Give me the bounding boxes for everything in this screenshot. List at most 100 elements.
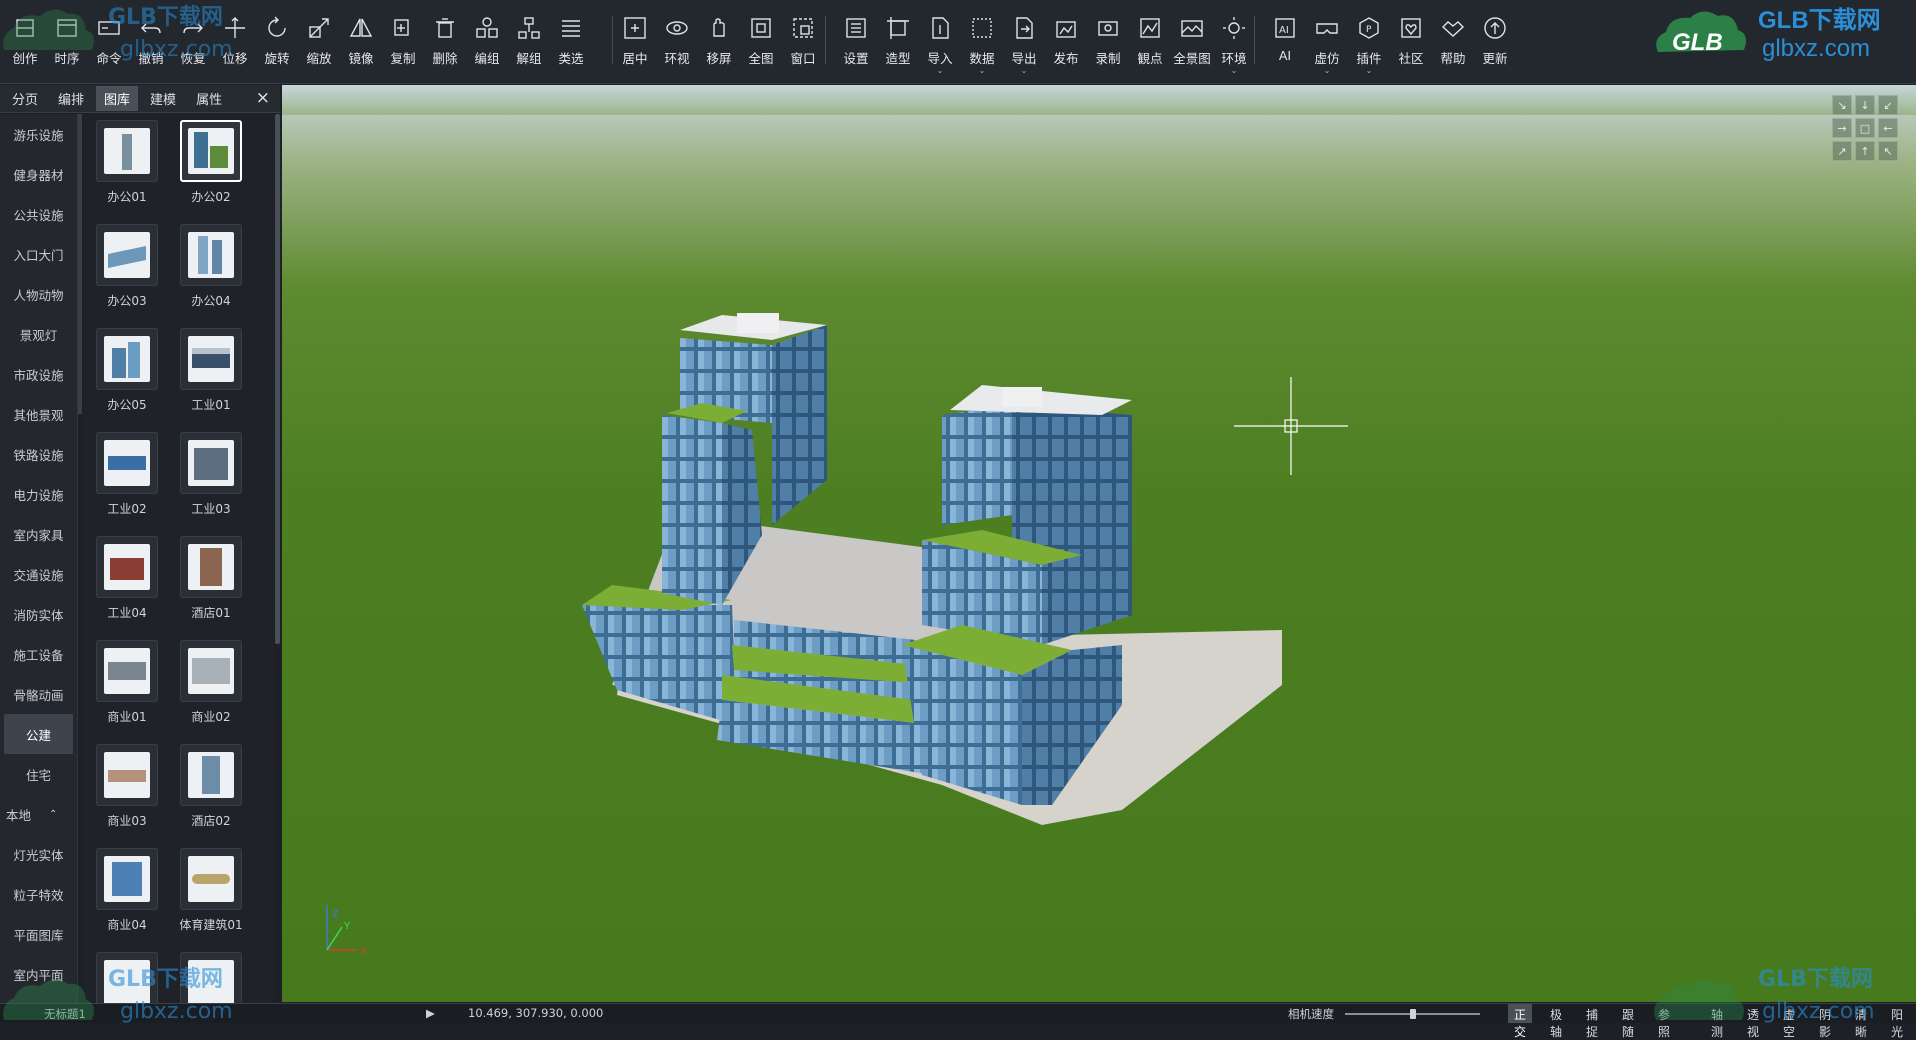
toolbar-button-ungroup[interactable]: 解组 — [508, 0, 550, 84]
gallery-item[interactable] — [84, 948, 164, 1004]
toolbar-button-redo[interactable]: 恢复 — [172, 0, 214, 84]
toolbar-button-center[interactable]: 居中 — [614, 0, 656, 84]
toolbar-button-select-similar[interactable]: 类选 — [550, 0, 592, 84]
status-toggle[interactable]: 正交 — [1508, 1004, 1533, 1039]
toolbar-button-settings[interactable]: 设置 — [835, 0, 877, 84]
view-direction-button[interactable]: ↗ — [1832, 141, 1852, 161]
category-item[interactable]: 灯光实体 — [0, 834, 77, 874]
view-direction-button[interactable]: ↙ — [1878, 95, 1898, 115]
play-icon[interactable]: ▶ — [426, 1006, 435, 1020]
toolbar-button-publish[interactable]: 发布 — [1045, 0, 1087, 84]
toolbar-button-zoom-extents[interactable]: 全图 — [740, 0, 782, 84]
category-item[interactable]: 施工设备 — [0, 634, 77, 674]
toolbar-button-export[interactable]: 导出 ⌄ — [1003, 0, 1045, 84]
gallery-item[interactable] — [168, 948, 248, 1004]
view-direction-button[interactable]: □ — [1855, 118, 1875, 138]
category-item[interactable]: 市政设施 — [0, 354, 77, 394]
toolbar-button-group[interactable]: 编组 — [466, 0, 508, 84]
category-item[interactable]: 公建 — [4, 714, 73, 754]
toolbar-button-import[interactable]: 导入 ⌄ — [919, 0, 961, 84]
category-item[interactable]: 消防实体 — [0, 594, 77, 634]
gallery-item[interactable]: 办公02 — [168, 116, 248, 216]
gallery-item[interactable]: 商业03 — [84, 740, 164, 840]
toolbar-button-panorama[interactable]: 全景图 — [1171, 0, 1213, 84]
toolbar-button-zoom-window[interactable]: 窗口 — [782, 0, 824, 84]
gallery-item[interactable]: 办公01 — [84, 116, 164, 216]
camera-speed-thumb[interactable] — [1409, 1009, 1416, 1019]
view-direction-button[interactable]: ↑ — [1855, 141, 1875, 161]
category-item[interactable]: 景观灯 — [0, 314, 77, 354]
tab-properties[interactable]: 属性 — [188, 86, 230, 111]
toolbar-button-update[interactable]: 更新 — [1474, 0, 1516, 84]
tab-gallery[interactable]: 图库 — [96, 86, 139, 111]
gallery-item[interactable]: 酒店02 — [168, 740, 248, 840]
view-direction-button[interactable]: ↓ — [1855, 95, 1875, 115]
toolbar-button-copy[interactable]: 复制 — [382, 0, 424, 84]
status-toggle[interactable]: 轴测 — [1705, 1004, 1729, 1039]
document-name[interactable]: 无标题1 — [44, 1006, 86, 1022]
gallery-item[interactable]: 体育建筑01 — [168, 844, 248, 944]
category-item[interactable]: 室内平面 — [0, 954, 77, 994]
toolbar-button-undo[interactable]: 撤销 — [130, 0, 172, 84]
gallery-item[interactable]: 工业01 — [168, 324, 248, 424]
toolbar-button-ai[interactable]: AI AI — [1264, 0, 1306, 84]
toolbar-button-record[interactable]: 录制 — [1087, 0, 1129, 84]
status-toggle[interactable]: 虚空 — [1777, 1004, 1801, 1039]
category-item[interactable]: 室内家具 — [0, 514, 77, 554]
toolbar-button-orbit[interactable]: 环视 — [656, 0, 698, 84]
toolbar-button-move[interactable]: 位移 — [214, 0, 256, 84]
toolbar-button-delete[interactable]: 删除 — [424, 0, 466, 84]
toolbar-button-command[interactable]: 命令 — [88, 0, 130, 84]
category-item[interactable]: 公共设施 — [0, 194, 77, 234]
toolbar-button-viewpoint[interactable]: 観点 — [1129, 0, 1171, 84]
category-item[interactable]: 铁路设施 — [0, 434, 77, 474]
gallery-item[interactable]: 办公03 — [84, 220, 164, 320]
gallery-item[interactable]: 工业02 — [84, 428, 164, 528]
toolbar-button-vr[interactable]: 虚仿 ⌄ — [1306, 0, 1348, 84]
category-item[interactable]: 人物动物 — [0, 274, 77, 314]
category-item[interactable]: 交通设施 — [0, 554, 77, 594]
toolbar-button-pan-hand[interactable]: 移屏 — [698, 0, 740, 84]
camera-speed-slider[interactable] — [1345, 1009, 1480, 1019]
category-item[interactable]: 粒子特效 — [0, 874, 77, 914]
status-toggle[interactable]: 跟随 — [1616, 1004, 1640, 1039]
category-scrollbar[interactable] — [78, 114, 82, 414]
toolbar-button-help-handshake[interactable]: 帮助 — [1432, 0, 1474, 84]
toolbar-button-mirror[interactable]: 镜像 — [340, 0, 382, 84]
status-toggle[interactable]: 透视 — [1741, 1004, 1765, 1039]
gallery-item[interactable]: 酒店01 — [168, 532, 248, 632]
gallery-item[interactable]: 商业01 — [84, 636, 164, 736]
view-direction-button[interactable]: → — [1832, 118, 1852, 138]
toolbar-button-timeline[interactable]: 时序 — [46, 0, 88, 84]
toolbar-button-create[interactable]: 创作 — [4, 0, 46, 84]
tab-modeling[interactable]: 建模 — [142, 86, 184, 111]
gallery-item[interactable]: 商业04 — [84, 844, 164, 944]
status-toggle[interactable]: 捕捉 — [1580, 1004, 1604, 1039]
view-direction-button[interactable]: ↘ — [1832, 95, 1852, 115]
category-item[interactable]: 健身器材 — [0, 154, 77, 194]
status-toggle[interactable]: 阳光 — [1885, 1004, 1909, 1039]
category-item[interactable]: 平面图库 — [0, 914, 77, 954]
category-item[interactable]: 游乐设施 — [0, 114, 77, 154]
gallery-scrollbar[interactable] — [275, 114, 280, 644]
tab-arrange[interactable]: 编排 — [50, 86, 92, 111]
gallery-item[interactable]: 办公04 — [168, 220, 248, 320]
gallery-item[interactable]: 办公05 — [84, 324, 164, 424]
status-toggle[interactable]: 极轴 — [1544, 1004, 1568, 1039]
category-item[interactable]: 住宅 — [0, 754, 77, 794]
category-item[interactable]: 骨骼动画 — [0, 674, 77, 714]
gallery-item[interactable]: 工业03 — [168, 428, 248, 528]
gallery-item[interactable]: 工业04 — [84, 532, 164, 632]
toolbar-button-rotate[interactable]: 旋转 — [256, 0, 298, 84]
gallery-item[interactable]: 商业02 — [168, 636, 248, 736]
close-panel-icon[interactable]: × — [256, 88, 270, 108]
view-direction-button[interactable]: ← — [1878, 118, 1898, 138]
toolbar-button-data[interactable]: 数据 ⌄ — [961, 0, 1003, 84]
tab-paging[interactable]: 分页 — [4, 86, 46, 111]
toolbar-button-environment-sun[interactable]: 环境 ⌄ — [1213, 0, 1255, 84]
category-item[interactable]: 其他景观 — [0, 394, 77, 434]
category-item[interactable]: 电力设施 — [0, 474, 77, 514]
category-item[interactable]: 入口大门 — [0, 234, 77, 274]
toolbar-button-plugin[interactable]: P 插件 ⌄ — [1348, 0, 1390, 84]
toolbar-button-modeling[interactable]: 造型 — [877, 0, 919, 84]
